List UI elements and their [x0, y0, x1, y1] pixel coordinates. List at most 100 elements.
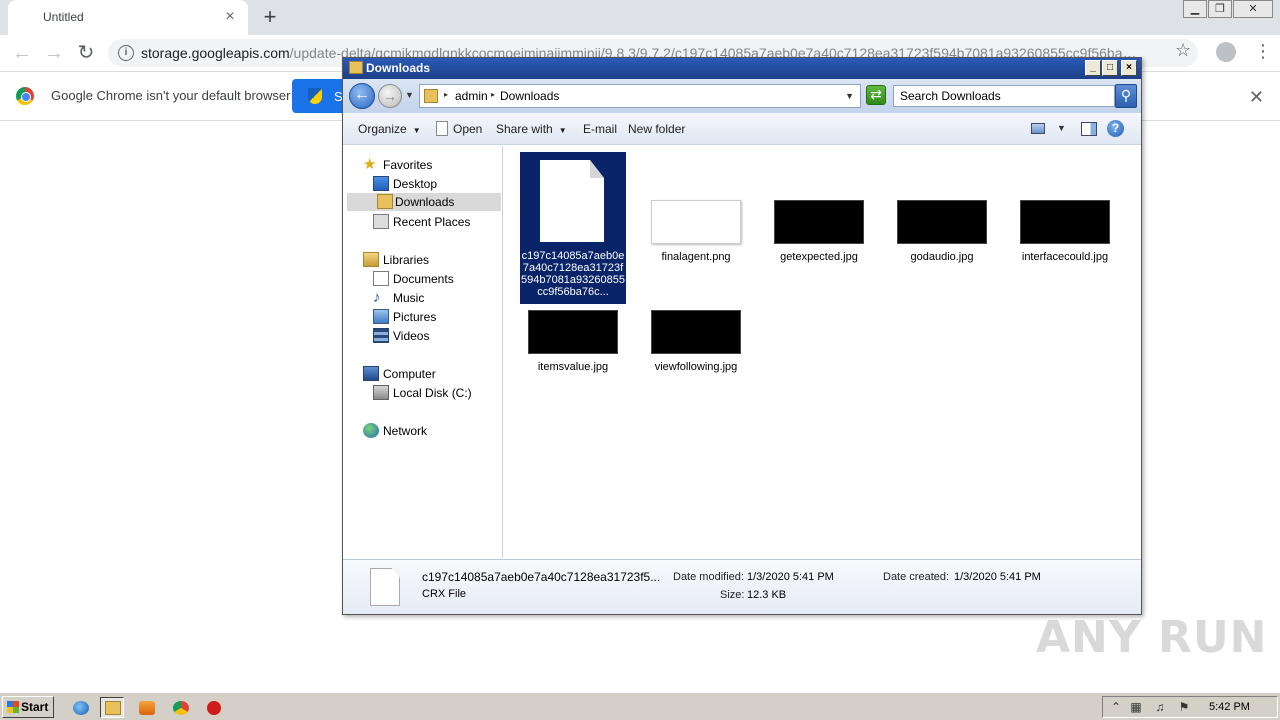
nav-label: Recent Places — [393, 215, 471, 229]
volume-icon[interactable]: ♫ — [1153, 700, 1167, 714]
action-center-flag-icon[interactable]: ⚑ — [1177, 700, 1191, 714]
nav-label: Videos — [393, 329, 430, 343]
explorer-refresh-button[interactable]: ⇄ — [866, 85, 886, 105]
taskbar-stop[interactable] — [202, 697, 226, 718]
nav-local-disk[interactable]: Local Disk (C:) — [373, 384, 501, 402]
search-icon[interactable]: ⚲ — [1115, 84, 1137, 108]
explorer-minimize-button[interactable]: _ — [1085, 60, 1101, 76]
date-modified-label: Date modified: — [673, 571, 744, 583]
music-note-icon: ♪ — [373, 289, 381, 306]
breadcrumb-admin[interactable]: admin — [455, 89, 488, 103]
nav-desktop[interactable]: Desktop — [373, 175, 501, 193]
tab-close-icon[interactable]: × — [220, 7, 240, 27]
file-name: finalagent.png — [661, 251, 731, 263]
nav-libraries[interactable]: Libraries — [363, 251, 501, 269]
show-hidden-icons-icon[interactable]: ⌃ — [1109, 700, 1123, 714]
explorer-back-button[interactable]: ← — [349, 83, 375, 109]
explorer-search-input[interactable]: Search Downloads — [893, 85, 1115, 107]
nav-label: Pictures — [393, 310, 437, 324]
file-name: itemsvalue.jpg — [537, 361, 609, 373]
details-filetype: CRX File — [422, 588, 467, 600]
nav-music[interactable]: ♪ Music — [373, 289, 501, 307]
breadcrumb-downloads[interactable]: Downloads — [500, 89, 559, 103]
address-dropdown-icon[interactable]: ▼ — [845, 91, 854, 101]
chrome-logo-icon — [16, 87, 34, 105]
help-icon[interactable]: ? — [1107, 120, 1124, 137]
videos-icon — [373, 328, 389, 343]
email-button[interactable]: E-mail — [583, 122, 617, 136]
system-tray: ⌃ ▦ ♫ ⚑ 5:42 PM — [1102, 696, 1278, 718]
minimize-button[interactable]: ▁ — [1183, 0, 1207, 18]
close-window-button[interactable]: ✕ — [1233, 0, 1273, 18]
taskbar-chrome[interactable] — [168, 697, 192, 718]
site-info-icon[interactable]: i — [118, 45, 134, 61]
file-item[interactable]: viewfollowing.jpg — [643, 306, 749, 376]
browser-tab[interactable]: Untitled × — [8, 0, 248, 35]
explorer-close-button[interactable]: × — [1121, 60, 1137, 76]
nav-documents[interactable]: Documents — [373, 270, 501, 288]
windows-flag-icon — [7, 701, 19, 713]
start-button[interactable]: Start — [2, 696, 54, 718]
kebab-menu-icon[interactable]: ⋮ — [1254, 40, 1272, 62]
media-player-icon — [139, 701, 155, 715]
share-with-button[interactable]: Share with ▼ — [496, 122, 567, 136]
file-item[interactable]: finalagent.png — [643, 152, 749, 304]
nav-pictures[interactable]: Pictures — [373, 308, 501, 326]
explorer-address-bar[interactable]: ▸ admin ▸ Downloads ▼ — [419, 84, 861, 108]
nav-videos[interactable]: Videos — [373, 327, 501, 345]
file-item[interactable]: godaudio.jpg — [889, 152, 995, 304]
window-title: Downloads — [366, 61, 431, 75]
file-item[interactable]: interfacecould.jpg — [1012, 152, 1118, 304]
file-item[interactable]: itemsvalue.jpg — [520, 306, 626, 376]
nav-label: Computer — [383, 367, 436, 381]
profile-avatar-icon[interactable] — [1216, 42, 1236, 62]
file-item[interactable]: c197c14085a7aeb0e7a40c7128ea31723f594b70… — [520, 152, 626, 304]
bookmark-star-icon[interactable]: ☆ — [1175, 40, 1191, 61]
taskbar-media-player[interactable] — [134, 697, 158, 718]
taskbar-explorer[interactable] — [100, 697, 124, 718]
jpg-thumbnail — [528, 310, 618, 354]
details-pane: c197c14085a7aeb0e7a40c7128ea31723f5... C… — [343, 559, 1141, 614]
size-value: 12.3 KB — [747, 589, 787, 601]
network-tray-icon[interactable]: ▦ — [1129, 700, 1143, 714]
taskbar-ie[interactable] — [68, 697, 92, 718]
explorer-forward-button[interactable]: → — [378, 84, 402, 108]
nav-network[interactable]: Network — [363, 422, 501, 440]
organize-label: Organize — [358, 122, 407, 136]
explorer-titlebar[interactable]: Downloads _ □ × — [343, 58, 1141, 79]
share-with-label: Share with — [496, 122, 553, 136]
new-folder-button[interactable]: New folder — [628, 122, 685, 136]
forward-arrow-icon[interactable]: → — [40, 39, 68, 67]
uac-shield-icon — [308, 88, 322, 104]
new-tab-button[interactable]: + — [258, 6, 282, 30]
restore-button[interactable]: ❐ — [1208, 0, 1232, 18]
organize-dropdown-icon: ▼ — [412, 126, 421, 135]
chrome-tab-strip: Untitled × + ▁ ❐ ✕ — [0, 0, 1280, 35]
libraries-icon — [363, 252, 379, 267]
nav-downloads[interactable]: Downloads — [347, 193, 501, 211]
chrome-icon — [173, 701, 189, 715]
open-file-icon — [436, 121, 448, 136]
nav-computer[interactable]: Computer — [363, 365, 501, 383]
nav-recent-places[interactable]: Recent Places — [373, 213, 501, 231]
breadcrumb-separator-icon[interactable]: ▸ — [491, 90, 495, 99]
organize-button[interactable]: Organize ▼ — [358, 122, 421, 136]
change-view-icon[interactable] — [1031, 123, 1045, 134]
clock[interactable]: 5:42 PM — [1209, 701, 1250, 713]
infobar-close-icon[interactable]: ✕ — [1249, 87, 1264, 108]
recent-pages-dropdown-icon[interactable]: ▼ — [405, 90, 414, 100]
breadcrumb-separator-icon[interactable]: ▸ — [444, 90, 448, 99]
address-folder-icon — [424, 89, 438, 103]
open-button[interactable]: Open — [453, 122, 482, 136]
explorer-maximize-button[interactable]: □ — [1102, 60, 1118, 76]
internet-explorer-icon — [73, 701, 89, 715]
file-item[interactable]: getexpected.jpg — [766, 152, 872, 304]
explorer-command-bar: Organize ▼ Open Share with ▼ E-mail New fo… — [343, 113, 1141, 145]
file-name: c197c14085a7aeb0e7a40c7128ea31723f594b70… — [520, 250, 625, 298]
start-label: Start — [21, 700, 49, 714]
back-arrow-icon[interactable]: ← — [8, 39, 36, 67]
view-options-dropdown-icon[interactable]: ▼ — [1057, 123, 1066, 133]
preview-pane-icon[interactable] — [1081, 122, 1097, 136]
reload-icon[interactable]: ↻ — [72, 39, 100, 67]
nav-favorites[interactable]: ★ Favorites — [363, 156, 501, 174]
